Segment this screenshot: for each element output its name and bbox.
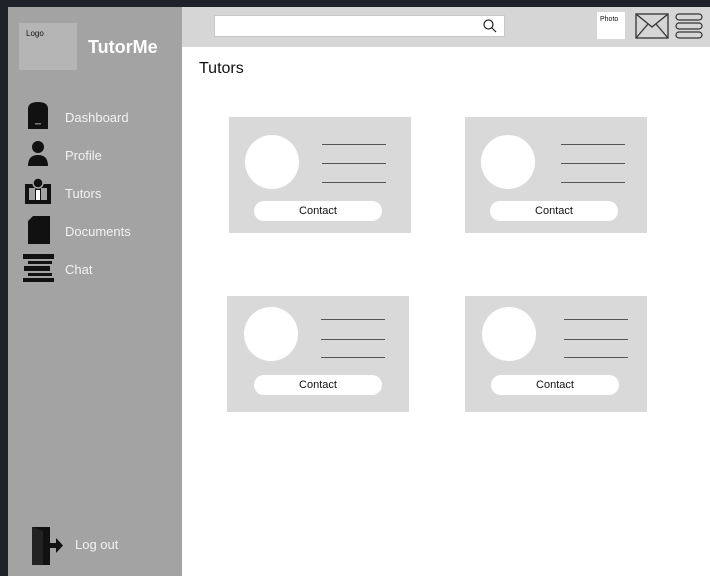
- profile-icon: [28, 141, 48, 166]
- text-placeholder-line: [322, 144, 386, 145]
- logo-label: Logo: [26, 29, 44, 38]
- text-placeholder-line: [321, 339, 385, 340]
- text-placeholder-line: [564, 339, 628, 340]
- tutor-avatar: [245, 135, 299, 189]
- logout-button[interactable]: Log out: [8, 519, 182, 569]
- logout-label: Log out: [75, 537, 119, 552]
- app-frame: Logo TutorMe Dashboard Profile Tutors Do…: [8, 7, 710, 576]
- avatar[interactable]: Photo: [597, 12, 625, 39]
- text-placeholder-line: [561, 182, 625, 183]
- tutor-avatar: [244, 307, 298, 361]
- logo[interactable]: Logo: [19, 23, 77, 70]
- documents-icon: [28, 216, 50, 244]
- menu-icon[interactable]: [675, 12, 703, 40]
- text-placeholder-line: [322, 163, 386, 164]
- text-placeholder-line: [561, 163, 625, 164]
- logout-icon: [32, 527, 63, 565]
- search-icon[interactable]: [482, 18, 498, 34]
- sidebar-item-tutors[interactable]: Tutors: [8, 177, 182, 207]
- contact-button[interactable]: Contact: [490, 201, 618, 221]
- text-placeholder-line: [564, 357, 628, 358]
- mail-icon[interactable]: [635, 13, 669, 39]
- tutor-card: Contact: [227, 296, 409, 412]
- text-placeholder-line: [321, 319, 385, 320]
- sidebar: Logo TutorMe Dashboard Profile Tutors Do…: [8, 7, 182, 576]
- sidebar-item-dashboard[interactable]: Dashboard: [8, 101, 182, 131]
- sidebar-item-label: Documents: [65, 224, 131, 239]
- avatar-label: Photo: [600, 16, 619, 23]
- dashboard-icon: [28, 102, 48, 129]
- sidebar-item-label: Chat: [65, 262, 93, 277]
- text-placeholder-line: [564, 319, 628, 320]
- text-placeholder-line: [321, 357, 385, 358]
- text-placeholder-line: [561, 144, 625, 145]
- tutor-avatar: [482, 307, 536, 361]
- contact-button[interactable]: Contact: [491, 375, 619, 395]
- tutor-card: Contact: [229, 117, 411, 233]
- search-input[interactable]: [214, 15, 505, 37]
- top-bar: Photo: [182, 7, 710, 47]
- sidebar-item-label: Dashboard: [65, 110, 129, 125]
- chat-icon: [23, 254, 54, 282]
- tutors-icon: [25, 177, 51, 204]
- tutor-card: Contact: [465, 296, 647, 412]
- contact-button[interactable]: Contact: [254, 375, 382, 395]
- sidebar-item-label: Profile: [65, 148, 102, 163]
- sidebar-item-chat[interactable]: Chat: [8, 253, 182, 283]
- page-title: Tutors: [199, 60, 244, 77]
- contact-button[interactable]: Contact: [254, 201, 382, 221]
- sidebar-item-documents[interactable]: Documents: [8, 215, 182, 245]
- sidebar-item-profile[interactable]: Profile: [8, 139, 182, 169]
- sidebar-item-label: Tutors: [65, 186, 102, 201]
- tutor-avatar: [481, 135, 535, 189]
- tutor-card: Contact: [465, 117, 647, 233]
- brand-name: TutorMe: [88, 37, 158, 57]
- text-placeholder-line: [322, 182, 386, 183]
